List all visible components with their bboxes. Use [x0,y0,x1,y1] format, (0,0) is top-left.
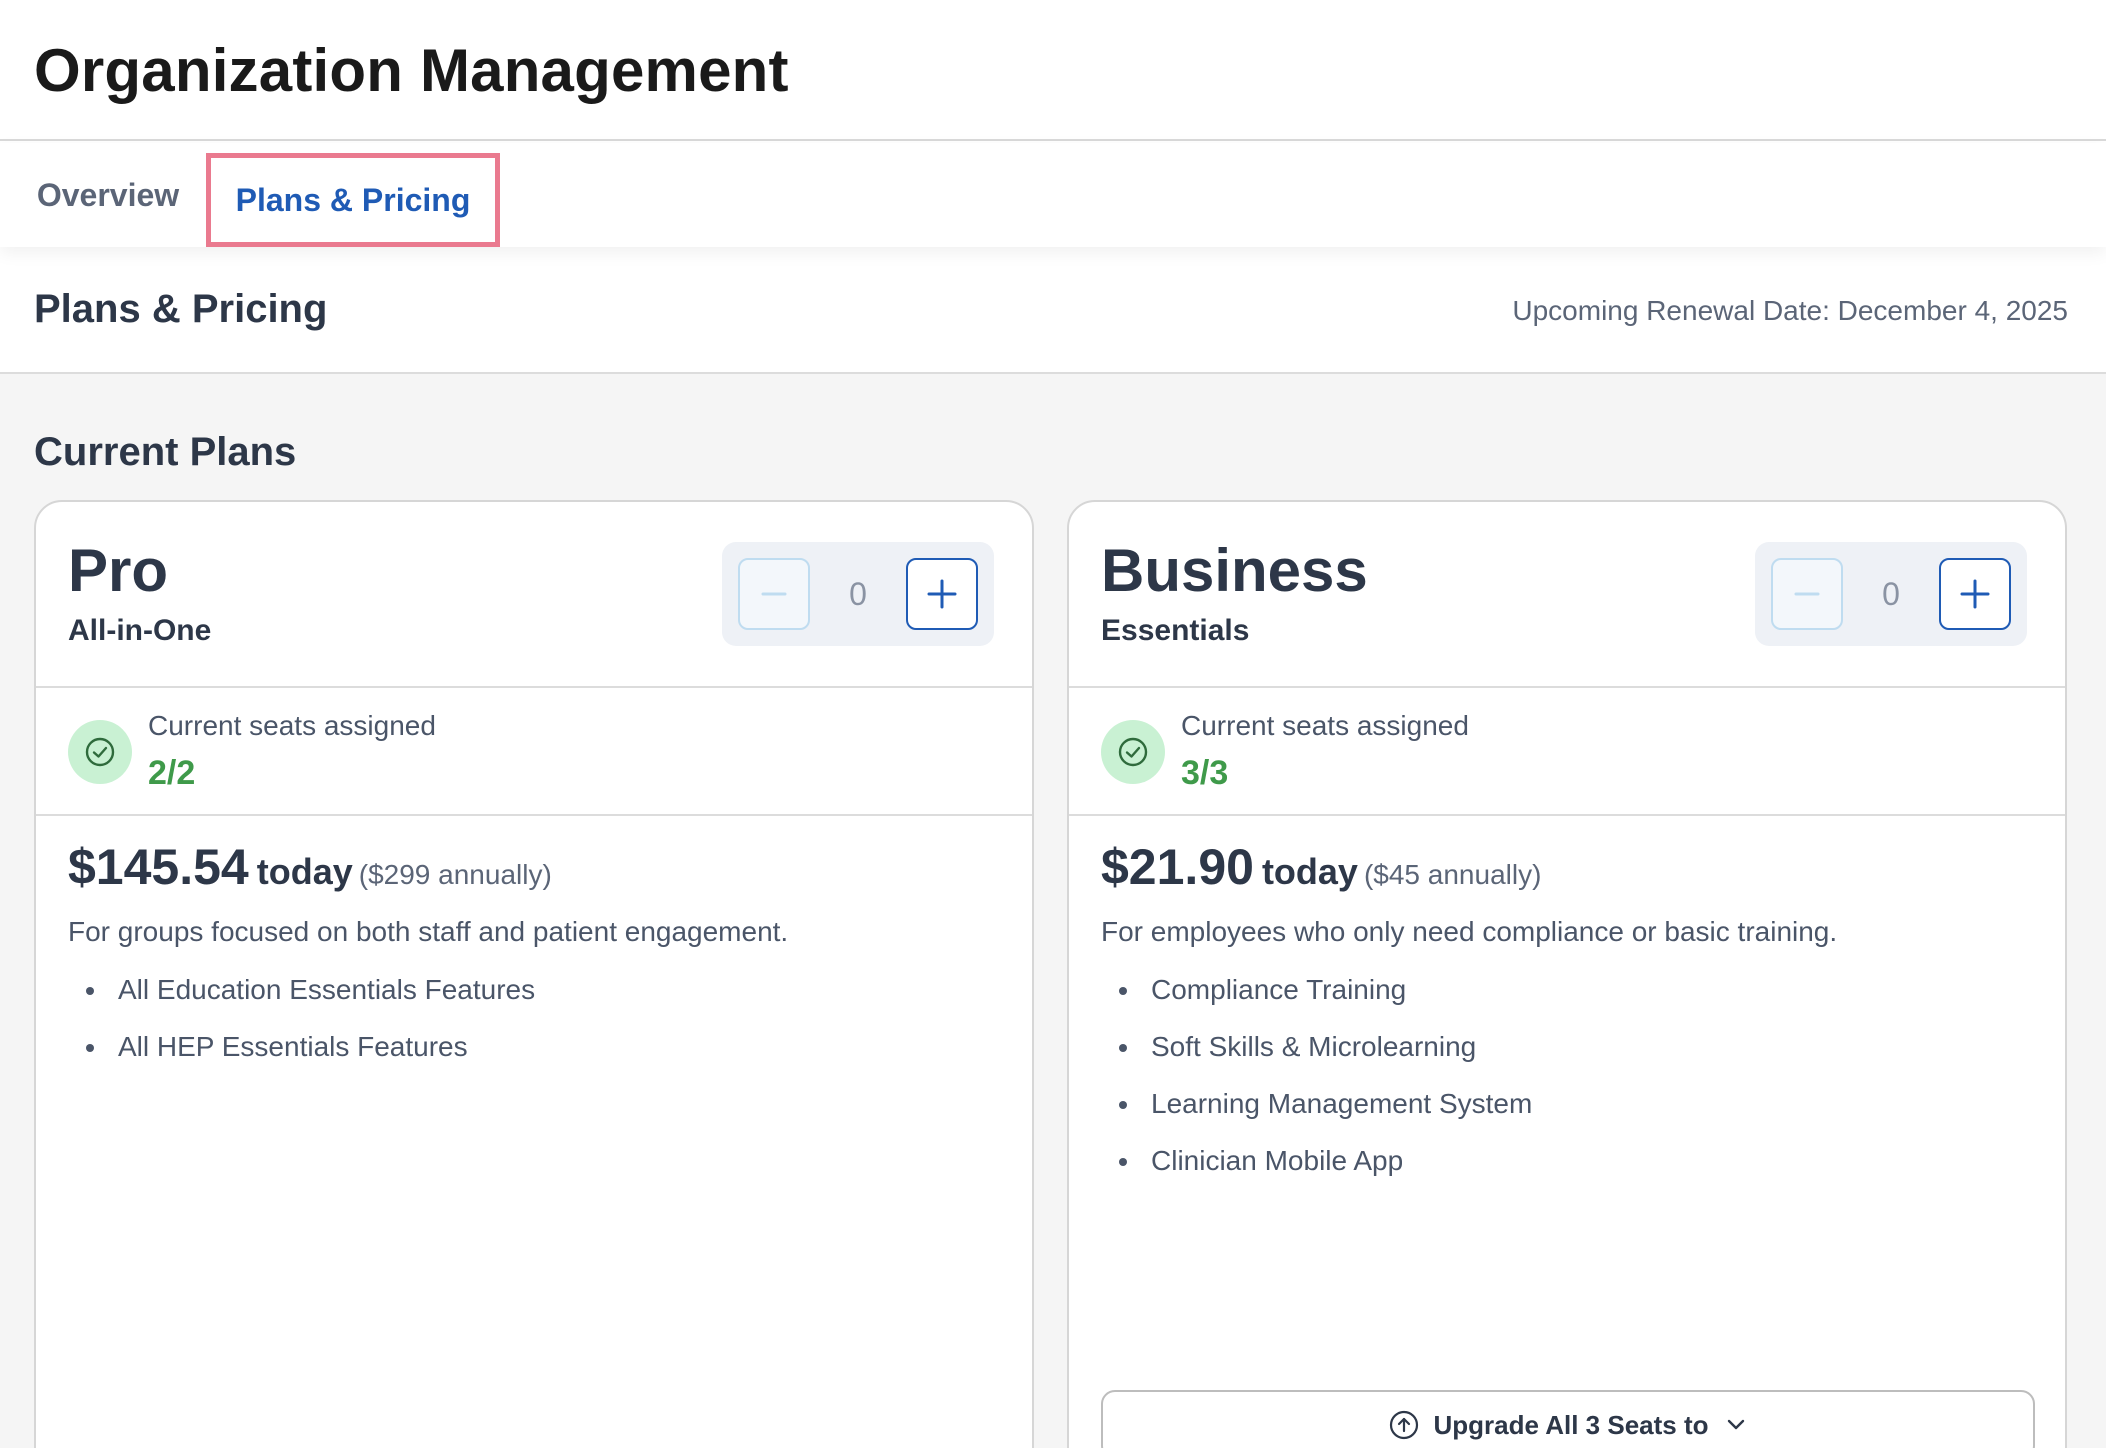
plan-card-header: Business Essentials 0 [1069,502,2065,688]
price-row: $145.54 today ($299 annually) [68,838,552,896]
seats-assigned: Current seats assigned 3/3 [1069,690,2065,816]
list-item: All Education Essentials Features [68,972,535,1029]
list-item: Learning Management System [1101,1086,1532,1143]
seat-stepper: 0 [722,542,994,646]
increment-button[interactable] [906,558,978,630]
section-header: Plans & Pricing Upcoming Renewal Date: D… [0,247,2106,374]
plan-name: Business [1101,537,1368,604]
tab-overview[interactable]: Overview [18,143,198,247]
increment-button[interactable] [1939,558,2011,630]
seats-label: Current seats assigned [148,710,436,741]
plan-card-header: Pro All-in-One 0 [36,502,1032,688]
main-content: Current Plans Pro All-in-One 0 Current s… [0,374,2106,1448]
check-circle-icon [1101,720,1165,784]
plan-card-pro: Pro All-in-One 0 Current seats assigned … [34,500,1034,1448]
list-item: Clinician Mobile App [1101,1143,1532,1200]
upgrade-seats-button[interactable]: Upgrade All 3 Seats to [1101,1390,2035,1448]
seats-value: 2/2 [148,754,196,792]
feature-list: All Education Essentials Features All HE… [68,972,535,1086]
minus-icon [761,592,787,596]
price-annual: ($45 annually) [1363,859,1542,890]
list-item: Soft Skills & Microlearning [1101,1029,1532,1086]
price-row: $21.90 today ($45 annually) [1101,838,1541,896]
page-title: Organization Management [34,37,789,104]
minus-icon [1794,592,1820,596]
plan-card-business: Business Essentials 0 Current seats assi… [1067,500,2067,1448]
price-annual: ($299 annually) [358,859,552,890]
seat-stepper: 0 [1755,542,2027,646]
plan-name: Pro [68,537,169,604]
chevron-down-icon [1727,1419,1744,1430]
current-plans-title: Current Plans [34,430,297,474]
decrement-button[interactable] [738,558,810,630]
decrement-button[interactable] [1771,558,1843,630]
today-label: today [1261,851,1358,892]
stepper-value: 0 [1882,575,1900,612]
upgrade-label: Upgrade All 3 Seats to [1433,1409,1709,1440]
plan-subtitle: Essentials [1101,614,1250,647]
feature-list: Compliance Training Soft Skills & Microl… [1101,972,1532,1200]
check-circle-icon [68,720,132,784]
plan-subtitle: All-in-One [68,614,212,647]
plan-description: For employees who only need compliance o… [1101,916,1838,947]
plus-icon [1960,579,1990,609]
tab-bar: Overview Plans & Pricing [0,143,2106,247]
tab-plans-pricing[interactable]: Plans & Pricing [206,153,500,247]
seats-label: Current seats assigned [1181,710,1469,741]
plan-description: For groups focused on both staff and pat… [68,916,789,947]
plus-icon [927,579,957,609]
today-label: today [256,851,353,892]
price-today: $21.90 [1101,839,1254,895]
price-today: $145.54 [68,839,249,895]
seats-assigned: Current seats assigned 2/2 [36,690,1032,816]
renewal-date: Upcoming Renewal Date: December 4, 2025 [1512,295,2068,326]
arrow-up-circle-icon [1389,1410,1418,1440]
app-header: Organization Management [0,0,2106,141]
stepper-value: 0 [849,575,867,612]
list-item: Compliance Training [1101,972,1532,1029]
seats-value: 3/3 [1181,754,1229,792]
section-title: Plans & Pricing [34,287,328,331]
list-item: All HEP Essentials Features [68,1029,535,1086]
